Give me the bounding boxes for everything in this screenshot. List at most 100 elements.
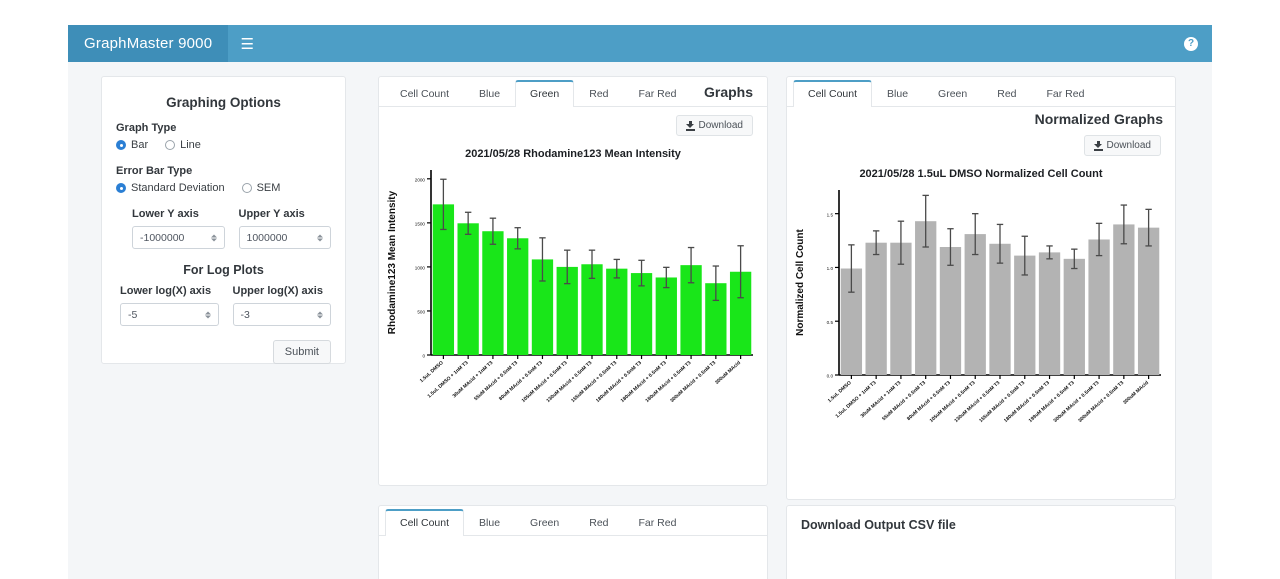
svg-text:80uM MAcid + 0.5nM T3: 80uM MAcid + 0.5nM T3: [498, 360, 544, 402]
lower-y-axis-input[interactable]: -1000000: [132, 226, 225, 249]
radio-label-standard-deviation: Standard Deviation: [131, 182, 225, 194]
lower-logx-input[interactable]: -5: [120, 303, 219, 326]
graphs-tab-blue[interactable]: Blue: [464, 81, 515, 107]
svg-text:2000: 2000: [415, 177, 426, 182]
lower-logx-stepper[interactable]: [204, 308, 212, 321]
download-csv-title: Download Output CSV file: [801, 518, 956, 532]
download-graph-label: Download: [698, 120, 743, 131]
svg-text:Rhodamine123 Mean Intensity: Rhodamine123 Mean Intensity: [387, 190, 398, 334]
svg-text:55uM MAcid + 0.5nM T3: 55uM MAcid + 0.5nM T3: [881, 380, 927, 422]
svg-text:Normalized Cell Count: Normalized Cell Count: [795, 228, 806, 335]
svg-text:130uM MAcid + 0.5nM T3: 130uM MAcid + 0.5nM T3: [545, 360, 593, 404]
svg-text:180uM MAcid + 0.5nM T3: 180uM MAcid + 0.5nM T3: [595, 360, 643, 404]
error-bar-type-radio-group: Standard Deviation SEM: [116, 182, 331, 194]
upper-logx-value: -3: [240, 308, 250, 321]
upper-y-axis-stepper[interactable]: [316, 231, 324, 244]
normalized-cell-count-chart: 0.0 0.5 1.0 1.5 Normalized Cell Count 1.5uL D…: [795, 190, 1161, 424]
normalized-head: Normalized Graphs: [787, 107, 1175, 127]
download-normalized-button[interactable]: Download: [1083, 135, 1161, 156]
lower-y-axis-group: Lower Y axis -1000000: [132, 208, 225, 249]
normalized-tabbar: Cell Count Blue Green Red Far Red: [787, 77, 1175, 107]
top-navbar: GraphMaster 9000 ☰ ?: [68, 25, 1212, 62]
svg-text:300uM MAcid + 0.5nM T3: 300uM MAcid + 0.5nM T3: [1053, 380, 1101, 424]
svg-text:1.5uL DMSO: 1.5uL DMSO: [419, 360, 445, 384]
radio-error-sem[interactable]: SEM: [241, 182, 281, 194]
graphs-heading: Graphs: [703, 84, 753, 100]
upper-y-axis-value: 1000000: [246, 231, 288, 244]
svg-text:130uM MAcid + 0.5nM T3: 130uM MAcid + 0.5nM T3: [953, 380, 1001, 424]
lower-logx-value: -5: [128, 308, 138, 321]
normalized-tab-green[interactable]: Green: [923, 81, 982, 107]
upper-logx-label: Upper log(X) axis: [232, 285, 323, 297]
normalized-download-row: Download: [787, 127, 1175, 156]
radio-graph-type-bar[interactable]: Bar: [116, 139, 148, 151]
green-intensity-chart: 0 500 1000 1500 2000 Rhodamine123 Mean Intens…: [387, 170, 753, 404]
upper-y-axis-input[interactable]: 1000000: [238, 226, 331, 249]
normalized-tab-red[interactable]: Red: [982, 81, 1031, 107]
normalized-tab-far-red[interactable]: Far Red: [1032, 81, 1100, 107]
page-body: Graphing Options Graph Type Bar Line Err…: [68, 62, 1212, 579]
lower-y-axis-stepper[interactable]: [210, 231, 218, 244]
bottom-tab-far-red[interactable]: Far Red: [624, 510, 692, 536]
svg-text:300uM MAcid: 300uM MAcid: [1122, 380, 1150, 406]
bottom-tab-green[interactable]: Green: [515, 510, 574, 536]
bottom-tabs-panel: Cell Count Blue Green Red Far Red: [378, 505, 768, 579]
help-icon[interactable]: ?: [1184, 36, 1198, 51]
upper-logx-input[interactable]: -3: [232, 303, 331, 326]
bottom-tab-cell-count[interactable]: Cell Count: [385, 509, 465, 536]
submit-row: Submit: [116, 340, 331, 364]
svg-text:300uM MAcid: 300uM MAcid: [714, 360, 742, 386]
download-csv-panel: Download Output CSV file: [786, 505, 1176, 579]
for-log-plots-title: For Log Plots: [183, 263, 264, 277]
radio-label-sem: SEM: [256, 182, 281, 194]
hamburger-icon[interactable]: ☰: [228, 25, 266, 62]
radio-label-bar: Bar: [131, 139, 149, 151]
svg-text:0.0: 0.0: [827, 374, 834, 379]
lower-y-axis-value: -1000000: [140, 231, 185, 244]
bottom-tab-blue[interactable]: Blue: [464, 510, 515, 536]
normalized-tab-cell-count[interactable]: Cell Count: [793, 80, 873, 107]
radio-indicator-sem: [241, 183, 252, 193]
svg-text:199uM MAcid + 0.5nM T3: 199uM MAcid + 0.5nM T3: [1028, 380, 1076, 424]
upper-logx-stepper[interactable]: [316, 308, 324, 321]
svg-text:180uM MAcid + 0.5nM T3: 180uM MAcid + 0.5nM T3: [645, 360, 693, 404]
svg-text:1.5uL DMSO: 1.5uL DMSO: [827, 380, 853, 404]
submit-button[interactable]: Submit: [272, 340, 331, 364]
radio-indicator-bar: [116, 140, 126, 150]
svg-text:300uM MAcid + 0.5nM T3: 300uM MAcid + 0.5nM T3: [1077, 380, 1125, 424]
radio-graph-type-line[interactable]: Line: [165, 139, 201, 151]
svg-text:55uM MAcid + 0.5nM T3: 55uM MAcid + 0.5nM T3: [473, 360, 519, 402]
radio-indicator-standard-deviation: [116, 183, 126, 193]
radio-error-standard-deviation[interactable]: Standard Deviation: [116, 182, 225, 194]
app-root: GraphMaster 9000 ☰ ? Graphing Options Gr…: [0, 0, 1280, 579]
download-icon: [1093, 140, 1103, 151]
radio-indicator-line: [165, 140, 176, 150]
svg-text:80uM MAcid + 0.5nM T3: 80uM MAcid + 0.5nM T3: [906, 380, 952, 422]
graphs-download-row: Download: [379, 107, 767, 136]
svg-text:1.0: 1.0: [827, 266, 834, 271]
normalized-tab-blue[interactable]: Blue: [872, 81, 923, 107]
upper-y-axis-label: Upper Y axis: [238, 208, 305, 220]
svg-text:0.5: 0.5: [827, 320, 834, 325]
normalized-chart-title: 2021/05/28 1.5uL DMSO Normalized Cell Co…: [859, 168, 1103, 180]
y-axis-range-row: Lower Y axis -1000000 Upper Y axis 10000…: [116, 208, 331, 249]
svg-text:1.5: 1.5: [827, 212, 834, 217]
svg-text:155uM MAcid + 0.5nM T3: 155uM MAcid + 0.5nM T3: [978, 380, 1026, 424]
lower-logx-label: Lower log(X) axis: [120, 285, 212, 297]
svg-text:1000: 1000: [415, 266, 426, 271]
bottom-tab-red[interactable]: Red: [574, 510, 623, 536]
normalized-chart-wrap: 0.0 0.5 1.0 1.5 Normalized Cell Count 1.5uL D…: [787, 180, 1175, 480]
panel-title: Graphing Options: [166, 95, 281, 110]
graphs-tab-far-red[interactable]: Far Red: [624, 81, 692, 107]
app-brand[interactable]: GraphMaster 9000: [68, 25, 229, 62]
graphs-tab-red[interactable]: Red: [574, 81, 623, 107]
logx-axis-range-row: Lower log(X) axis -5 Upper log(X) axis -…: [116, 285, 331, 326]
upper-logx-group: Upper log(X) axis -3: [232, 285, 331, 326]
normalized-heading: Normalized Graphs: [1034, 111, 1163, 127]
green-chart-title: 2021/05/28 Rhodamine123 Mean Intensity: [465, 148, 681, 160]
svg-text:300uM MAcid + 0.5nM T3: 300uM MAcid + 0.5nM T3: [669, 360, 717, 404]
graphs-tab-cell-count[interactable]: Cell Count: [385, 81, 464, 107]
graphs-tab-green[interactable]: Green: [515, 80, 575, 107]
green-chart-wrap: 0 500 1000 1500 2000 Rhodamine123 Mean Intens…: [379, 160, 767, 460]
download-graph-button[interactable]: Download: [675, 115, 753, 136]
